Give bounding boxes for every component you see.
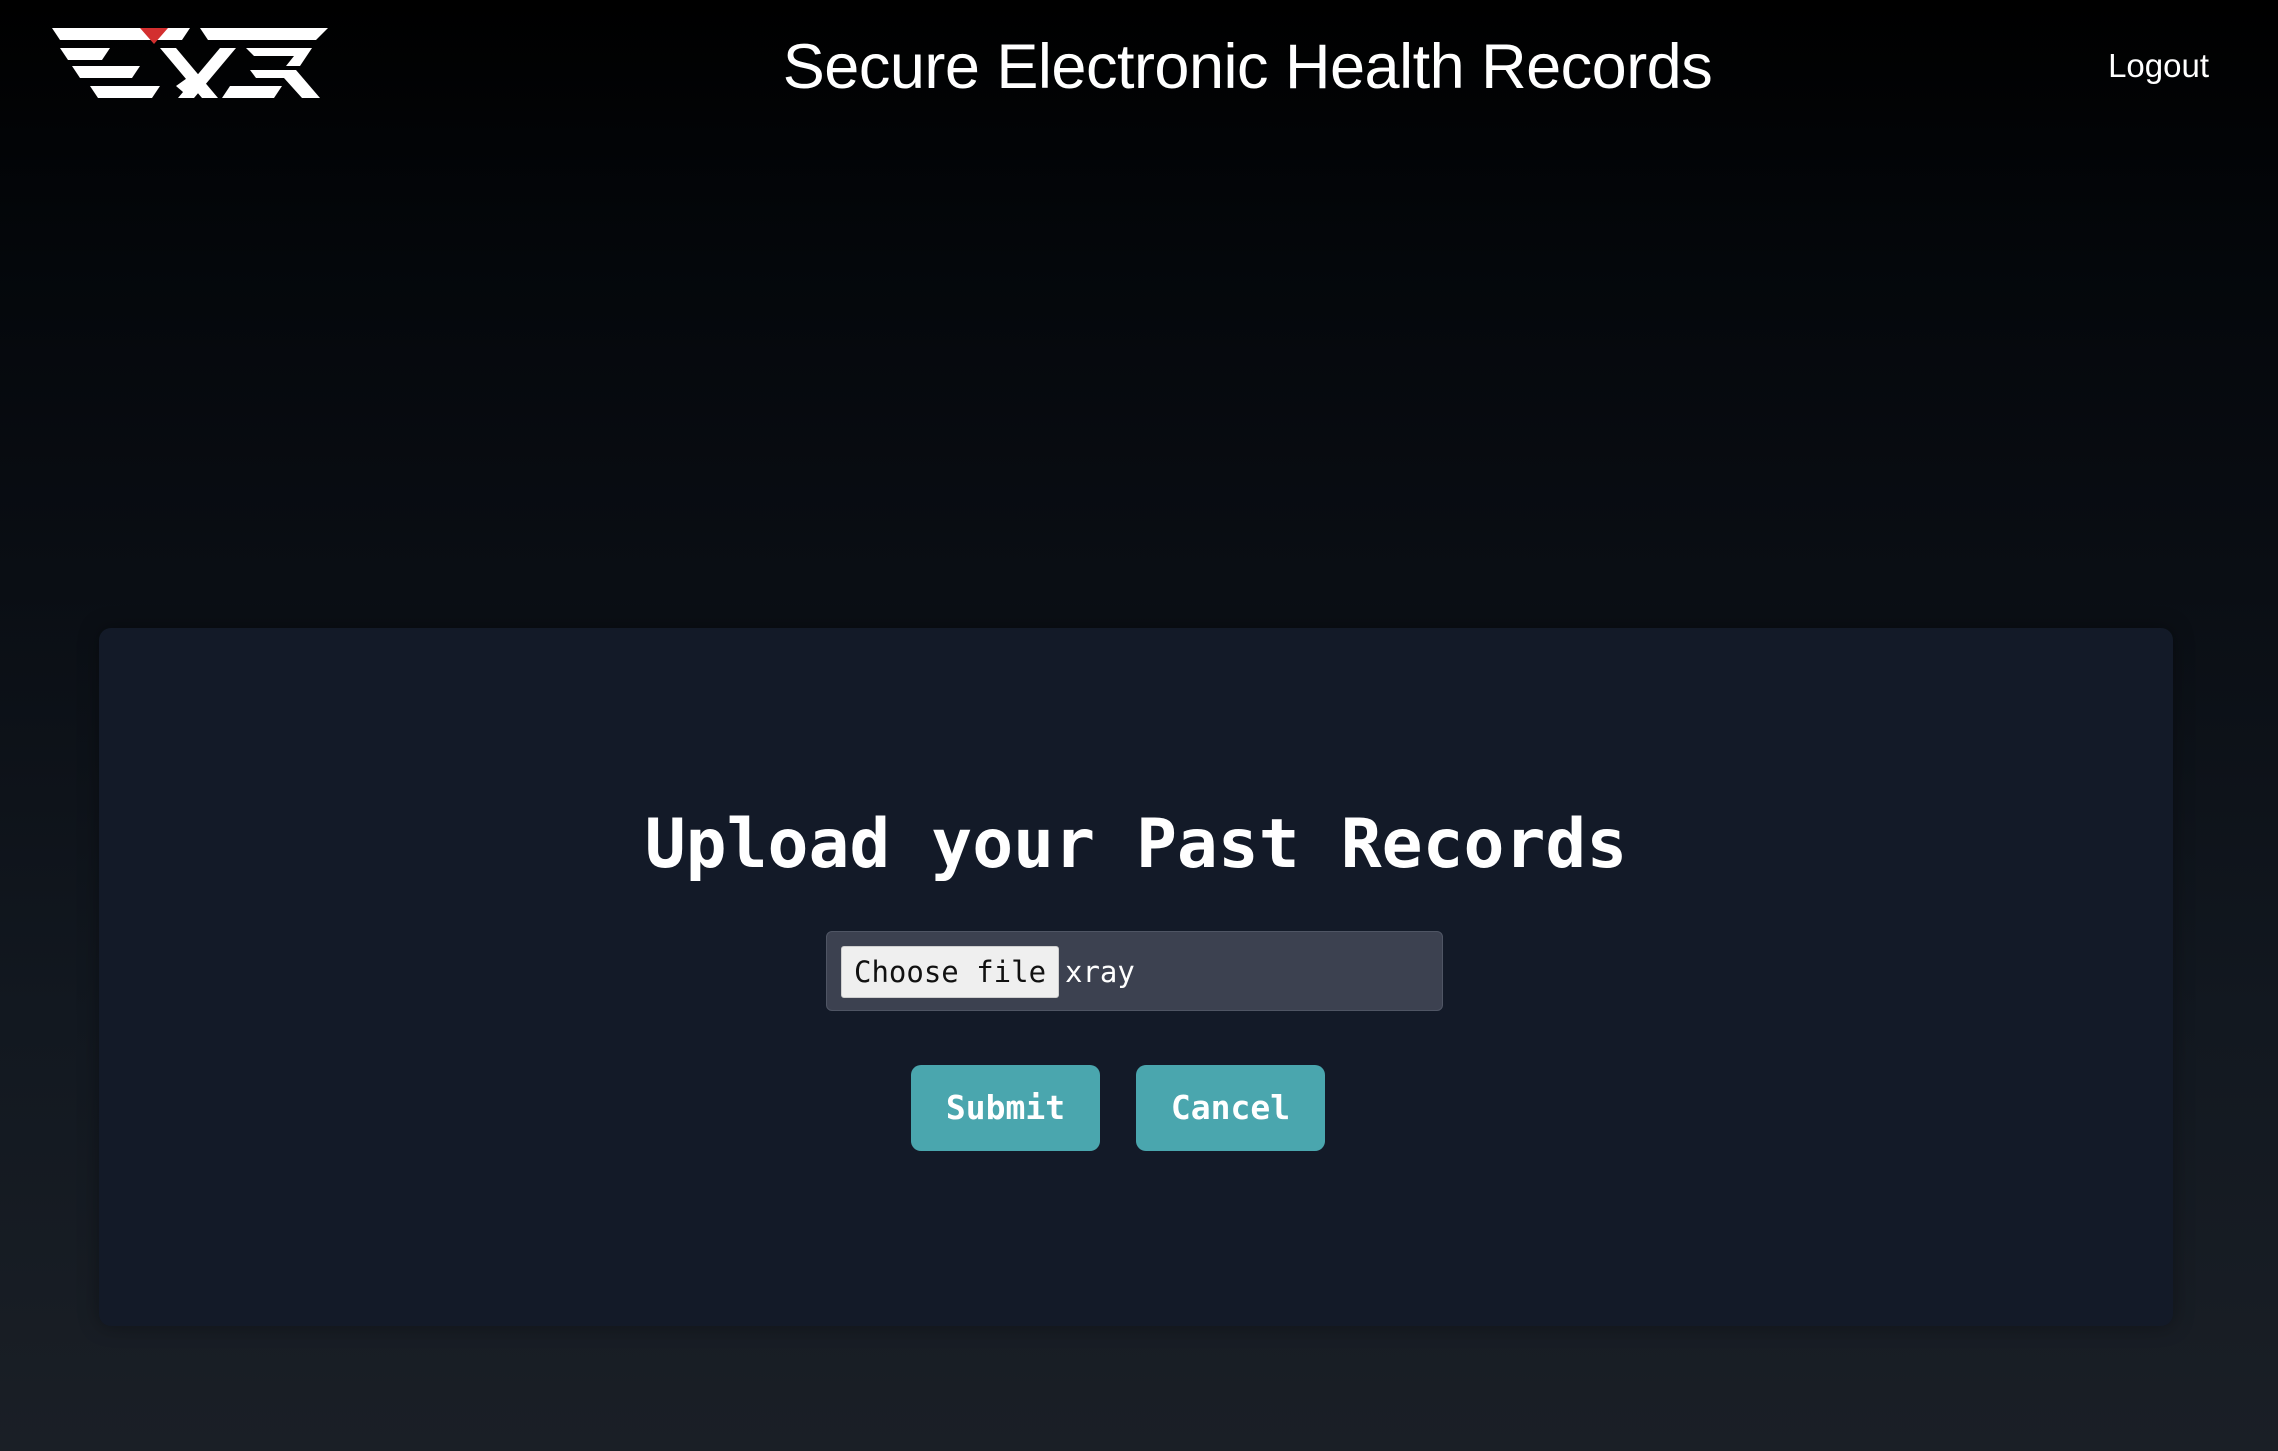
upload-card: Upload your Past Records Choose file xra…: [99, 628, 2173, 1326]
logout-link[interactable]: Logout: [2108, 46, 2209, 86]
choose-file-button[interactable]: Choose file: [841, 946, 1060, 998]
selected-file-name: xray: [1065, 955, 1135, 989]
file-upload-field[interactable]: Choose file xray: [826, 931, 1443, 1011]
app-logo-icon[interactable]: [50, 26, 330, 106]
upload-title: Upload your Past Records: [644, 805, 1628, 884]
cancel-button[interactable]: Cancel: [1136, 1065, 1325, 1151]
submit-button[interactable]: Submit: [911, 1065, 1100, 1151]
top-bar: Secure Electronic Health Records Logout: [0, 0, 2278, 140]
app-title: Secure Electronic Health Records: [782, 32, 1713, 102]
